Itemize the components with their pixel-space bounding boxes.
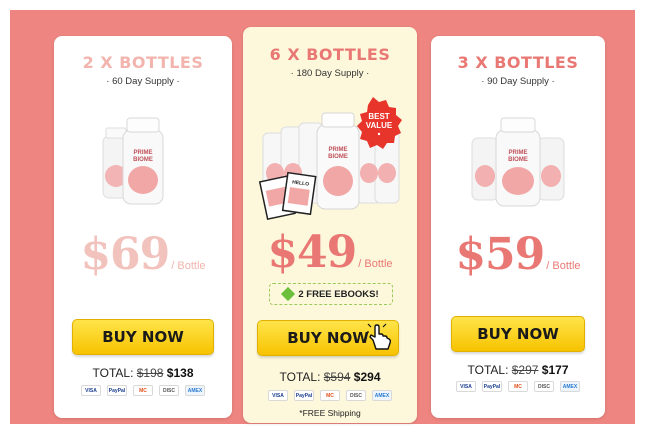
- price-per-bottle: $69/ Bottle: [54, 229, 232, 280]
- buy-now-button[interactable]: BUY NOW: [72, 319, 214, 355]
- total-original-price: $297: [511, 363, 539, 377]
- check-diamond-icon: [281, 286, 296, 302]
- total-original-price: $594: [323, 370, 351, 384]
- total-label: TOTAL:: [92, 366, 134, 380]
- visa-icon: VISA: [456, 381, 476, 392]
- offer-card-6-bottles: 6 X BOTTLES · 180 Day Supply · PRIME BIO…: [243, 27, 417, 423]
- discover-icon: DISC: [534, 381, 554, 392]
- total-label: TOTAL:: [279, 370, 321, 384]
- offer-card-2-bottles: 2 X BOTTLES · 60 Day Supply · PRIME BIOM…: [54, 36, 232, 418]
- payment-methods: VISA PayPal MC DISC AMEX: [431, 381, 605, 392]
- discover-icon: DISC: [346, 390, 366, 401]
- offer-title: 3 X BOTTLES: [457, 53, 579, 72]
- offer-title: 6 X BOTTLES: [269, 45, 391, 64]
- total-sale-price: $138: [166, 366, 194, 380]
- order-total: TOTAL: $297 $177: [431, 363, 605, 377]
- badge-line1: BEST: [368, 112, 389, 121]
- payment-methods: VISA PayPal MC DISC AMEX: [54, 385, 232, 396]
- badge-line2: VALUE: [366, 121, 393, 130]
- svg-text:BIOME: BIOME: [133, 157, 153, 163]
- total-label: TOTAL:: [467, 363, 509, 377]
- svg-text:BIOME: BIOME: [328, 154, 348, 160]
- amex-icon: AMEX: [185, 385, 205, 396]
- paypal-icon: PayPal: [294, 390, 314, 401]
- product-image: PRIME BIOME: [431, 114, 605, 214]
- total-sale-price: $294: [353, 370, 381, 384]
- paypal-icon: PayPal: [482, 381, 502, 392]
- product-image: PRIME BIOME: [54, 114, 232, 214]
- visa-icon: VISA: [268, 390, 288, 401]
- price-amount: $69: [80, 229, 170, 280]
- hand-cursor-icon: [367, 323, 392, 350]
- price-unit: / Bottle: [546, 260, 581, 272]
- pricing-section: 2 X BOTTLES · 60 Day Supply · PRIME BIOM…: [10, 10, 635, 424]
- price-per-bottle: $49/ Bottle: [243, 227, 417, 278]
- product-image: PRIME BIOME HELLO BEST VALUE: [243, 95, 417, 225]
- price-amount: $49: [267, 227, 357, 278]
- mastercard-icon: MC: [320, 390, 340, 401]
- price-amount: $59: [455, 229, 545, 280]
- svg-text:BIOME: BIOME: [508, 157, 528, 163]
- discover-icon: DISC: [159, 385, 179, 396]
- price-per-bottle: $59/ Bottle: [431, 229, 605, 280]
- mastercard-icon: MC: [133, 385, 153, 396]
- offer-supply: · 90 Day Supply ·: [481, 76, 555, 87]
- total-original-price: $198: [136, 366, 164, 380]
- svg-text:PRIME: PRIME: [133, 150, 152, 156]
- visa-icon: VISA: [81, 385, 101, 396]
- order-total: TOTAL: $198 $138: [54, 366, 232, 380]
- amex-icon: AMEX: [372, 390, 392, 401]
- free-shipping-note: *FREE Shipping: [299, 408, 361, 418]
- svg-text:PRIME: PRIME: [328, 147, 347, 153]
- price-unit: / Bottle: [358, 258, 393, 270]
- price-unit: / Bottle: [171, 260, 206, 272]
- offer-title: 2 X BOTTLES: [82, 53, 204, 72]
- offer-supply: · 60 Day Supply ·: [106, 76, 180, 87]
- amex-icon: AMEX: [560, 381, 580, 392]
- offer-supply: · 180 Day Supply ·: [290, 68, 370, 79]
- paypal-icon: PayPal: [107, 385, 127, 396]
- buy-now-button[interactable]: BUY NOW: [451, 316, 585, 352]
- mastercard-icon: MC: [508, 381, 528, 392]
- order-total: TOTAL: $594 $294: [243, 370, 417, 384]
- free-ebooks-label: 2 FREE EBOOKS!: [298, 288, 379, 300]
- svg-text:PRIME: PRIME: [508, 150, 527, 156]
- offer-card-3-bottles: 3 X BOTTLES · 90 Day Supply · PRIME BIOM…: [431, 36, 605, 418]
- payment-methods: VISA PayPal MC DISC AMEX: [243, 390, 417, 401]
- free-ebooks-badge: 2 FREE EBOOKS!: [269, 283, 393, 305]
- total-sale-price: $177: [541, 363, 569, 377]
